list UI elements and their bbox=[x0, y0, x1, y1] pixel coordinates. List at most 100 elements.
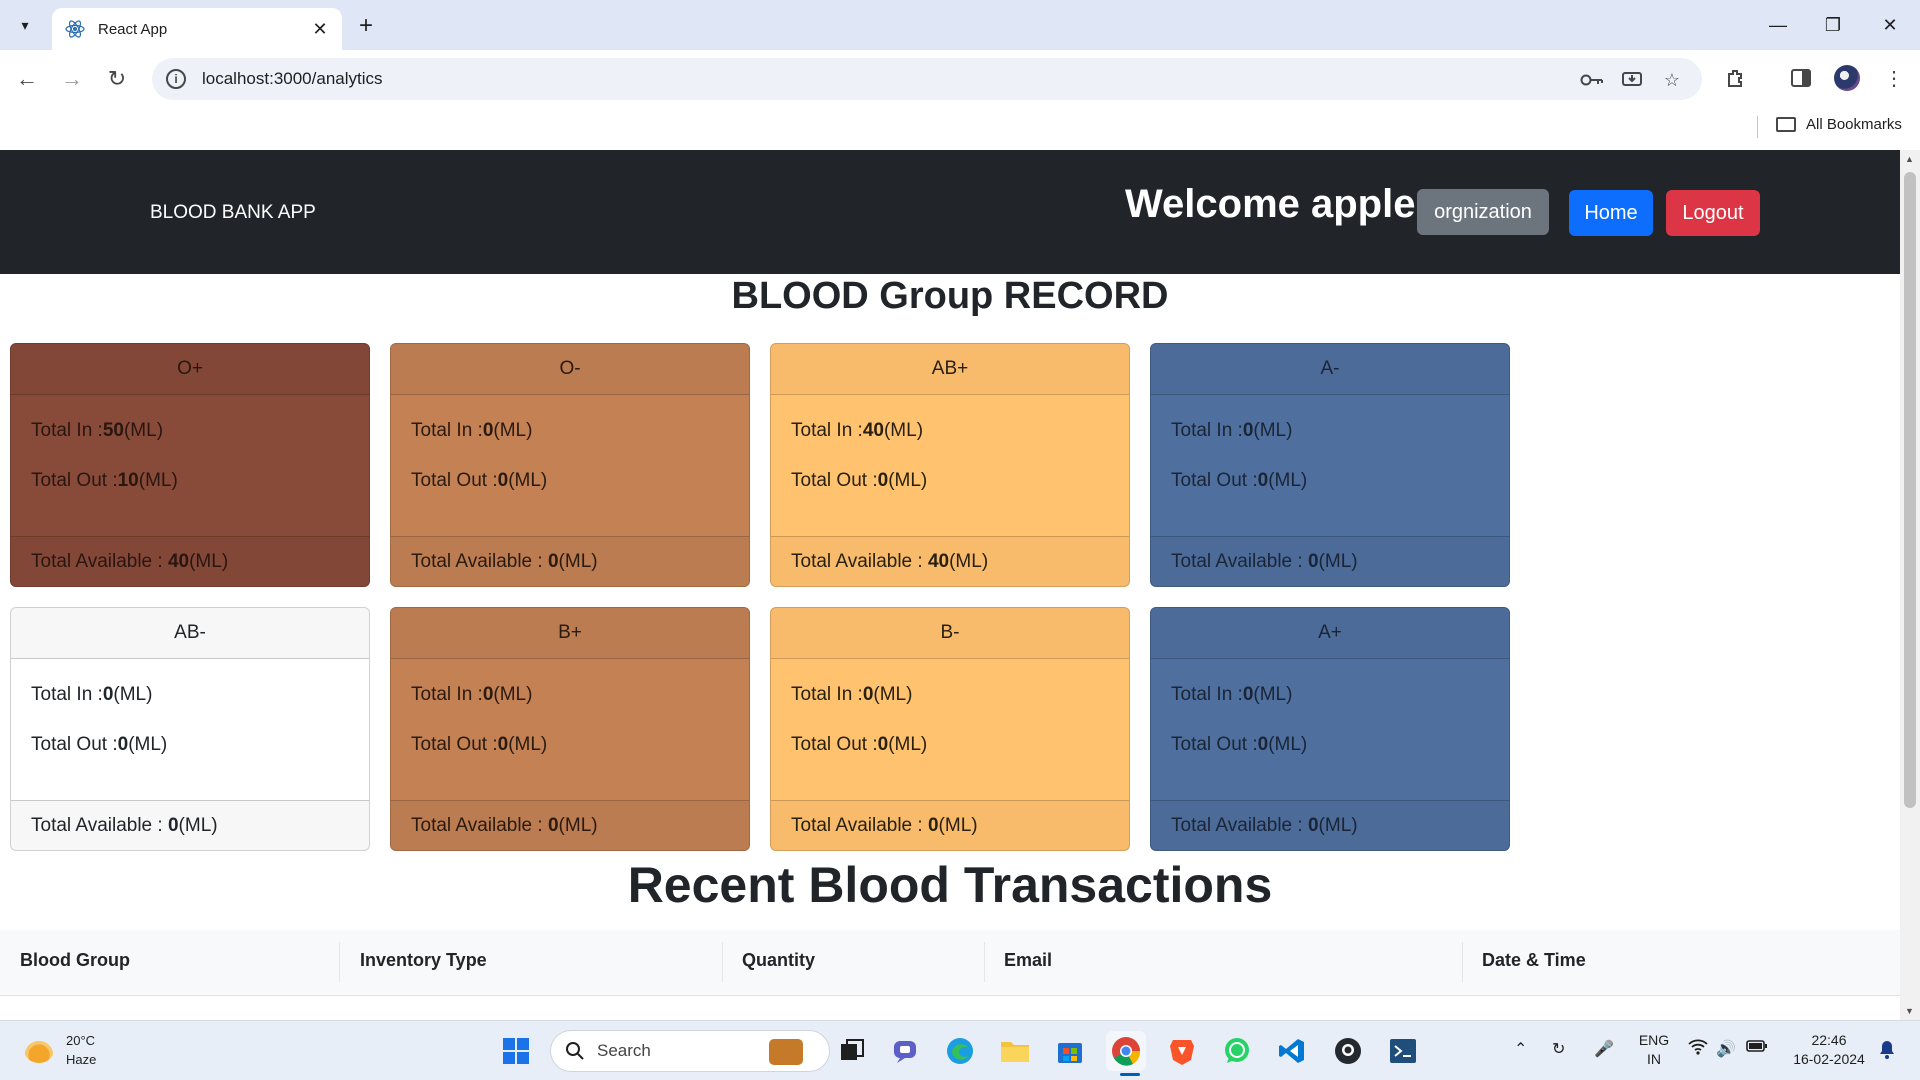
unit-label: (ML) bbox=[558, 551, 598, 572]
column-header-inventory-type[interactable]: Inventory Type bbox=[360, 950, 487, 971]
window-close-icon[interactable]: ✕ bbox=[1870, 10, 1910, 40]
password-key-icon[interactable] bbox=[1580, 68, 1604, 92]
total-available-label: Total Available : bbox=[1171, 551, 1308, 572]
unit-label: (ML) bbox=[1318, 815, 1358, 836]
volume-icon[interactable]: 🔊 bbox=[1716, 1039, 1736, 1059]
microphone-icon[interactable]: 🎤 bbox=[1594, 1039, 1614, 1059]
react-favicon-icon bbox=[64, 18, 86, 40]
restore-icon[interactable]: ❐ bbox=[1813, 10, 1853, 40]
language-indicator[interactable]: ENG IN bbox=[1634, 1031, 1674, 1069]
total-out-value: 0 bbox=[117, 734, 129, 755]
column-header-email[interactable]: Email bbox=[1004, 950, 1052, 971]
total-out-value: 0 bbox=[497, 470, 509, 491]
blood-group-card: B- Total In :0(ML) Total Out :0(ML) Total A… bbox=[770, 607, 1130, 851]
side-panel-icon[interactable] bbox=[1787, 64, 1815, 92]
column-header-blood-group[interactable]: Blood Group bbox=[20, 950, 130, 971]
total-in-value: 0 bbox=[102, 684, 114, 705]
total-in: Total In :50(ML) bbox=[31, 420, 349, 446]
taskbar-search-box[interactable]: Search bbox=[550, 1030, 830, 1072]
total-out-label: Total Out : bbox=[1171, 470, 1258, 491]
total-in-label: Total In : bbox=[411, 420, 483, 441]
chrome-icon[interactable] bbox=[1106, 1031, 1146, 1071]
total-in: Total In :0(ML) bbox=[1171, 420, 1489, 446]
blood-group-card: B+ Total In :0(ML) Total Out :0(ML) Total A… bbox=[390, 607, 750, 851]
edge-browser-icon[interactable] bbox=[940, 1031, 980, 1071]
total-out: Total Out :10(ML) bbox=[31, 470, 349, 496]
transactions-table-header: Blood Group Inventory Type Quantity Emai… bbox=[0, 930, 1900, 996]
scroll-up-arrow-icon[interactable]: ▲ bbox=[1905, 154, 1914, 164]
total-in: Total In :0(ML) bbox=[791, 684, 1109, 710]
tab-search-icon[interactable]: ▾ bbox=[10, 12, 40, 38]
install-app-icon[interactable] bbox=[1620, 68, 1644, 92]
teams-chat-icon[interactable] bbox=[886, 1031, 926, 1071]
vscode-icon[interactable] bbox=[1272, 1031, 1312, 1071]
unit-label: (ML) bbox=[493, 420, 533, 441]
column-header-quantity[interactable]: Quantity bbox=[742, 950, 815, 971]
unit-label: (ML) bbox=[189, 551, 229, 572]
weather-widget[interactable]: 20°C Haze bbox=[24, 1031, 96, 1069]
battery-icon[interactable] bbox=[1746, 1039, 1768, 1058]
address-bar[interactable]: i localhost:3000/analytics ☆ bbox=[152, 58, 1702, 100]
file-explorer-icon[interactable] bbox=[995, 1031, 1035, 1071]
brave-browser-icon[interactable] bbox=[1162, 1031, 1202, 1071]
sync-icon[interactable]: ↻ bbox=[1552, 1039, 1565, 1059]
task-view-icon[interactable] bbox=[832, 1031, 872, 1071]
page-scrollbar[interactable]: ▲ ▼ bbox=[1900, 150, 1920, 1020]
total-out-label: Total Out : bbox=[411, 734, 498, 755]
reload-icon[interactable]: ↻ bbox=[102, 64, 132, 94]
total-out-label: Total Out : bbox=[1171, 734, 1258, 755]
menu-kebab-icon[interactable]: ⋮ bbox=[1880, 64, 1908, 92]
total-available: Total Available : 0 (ML) bbox=[11, 800, 369, 850]
forward-icon[interactable]: → bbox=[57, 64, 87, 94]
whatsapp-icon[interactable] bbox=[1217, 1031, 1257, 1071]
scroll-thumb[interactable] bbox=[1904, 172, 1916, 808]
total-available-label: Total Available : bbox=[791, 551, 928, 572]
unit-label: (ML) bbox=[558, 815, 598, 836]
github-desktop-icon[interactable] bbox=[1328, 1031, 1368, 1071]
region-code: IN bbox=[1647, 1051, 1661, 1067]
home-button[interactable]: Home bbox=[1569, 190, 1653, 236]
total-available-label: Total Available : bbox=[791, 815, 928, 836]
clock-time: 22:46 bbox=[1811, 1032, 1847, 1048]
minimize-icon[interactable]: — bbox=[1758, 10, 1798, 40]
total-out: Total Out :0(ML) bbox=[1171, 470, 1489, 496]
column-header-date-time[interactable]: Date & Time bbox=[1482, 950, 1586, 971]
wifi-icon[interactable] bbox=[1688, 1039, 1708, 1060]
role-badge-button[interactable]: orgnization bbox=[1417, 189, 1549, 235]
logout-button[interactable]: Logout bbox=[1666, 190, 1760, 236]
show-hidden-icons-chevron-icon[interactable]: ⌃ bbox=[1514, 1039, 1527, 1059]
total-available: Total Available : 0 (ML) bbox=[391, 800, 749, 850]
app-brand[interactable]: BLOOD BANK APP bbox=[150, 202, 316, 224]
total-in-value: 0 bbox=[482, 420, 494, 441]
card-body: Total In :0(ML) Total Out :0(ML) bbox=[1151, 659, 1509, 800]
notification-bell-icon[interactable] bbox=[1878, 1039, 1896, 1064]
total-available-value: 0 bbox=[927, 815, 939, 836]
profile-avatar[interactable] bbox=[1834, 65, 1860, 91]
blood-group-name: A+ bbox=[1151, 608, 1509, 659]
total-available-label: Total Available : bbox=[31, 815, 168, 836]
scroll-down-arrow-icon[interactable]: ▼ bbox=[1905, 1006, 1914, 1016]
total-out-label: Total Out : bbox=[31, 734, 118, 755]
column-divider bbox=[1462, 942, 1463, 982]
site-info-icon[interactable]: i bbox=[166, 69, 186, 89]
card-body: Total In :0(ML) Total Out :0(ML) bbox=[1151, 395, 1509, 536]
total-in-label: Total In : bbox=[411, 684, 483, 705]
total-available: Total Available : 0 (ML) bbox=[1151, 800, 1509, 850]
folder-icon bbox=[1776, 117, 1796, 132]
bookmark-star-icon[interactable]: ☆ bbox=[1660, 68, 1684, 92]
blood-group-name: B- bbox=[771, 608, 1129, 659]
unit-label: (ML) bbox=[508, 734, 548, 755]
all-bookmarks-button[interactable]: All Bookmarks bbox=[1776, 116, 1902, 133]
url-text[interactable]: localhost:3000/analytics bbox=[202, 69, 383, 89]
blood-group-card: A- Total In :0(ML) Total Out :0(ML) Total A… bbox=[1150, 343, 1510, 587]
new-tab-icon[interactable]: + bbox=[352, 12, 380, 40]
windows-start-icon[interactable] bbox=[496, 1031, 536, 1071]
terminal-app-icon[interactable] bbox=[1383, 1031, 1423, 1071]
weather-condition: Haze bbox=[66, 1052, 97, 1067]
clock[interactable]: 22:46 16-02-2024 bbox=[1784, 1031, 1874, 1069]
extensions-icon[interactable] bbox=[1722, 64, 1750, 92]
back-icon[interactable]: ← bbox=[12, 64, 42, 94]
browser-tab[interactable]: React App ✕ bbox=[52, 8, 342, 50]
tab-close-icon[interactable]: ✕ bbox=[310, 19, 330, 40]
microsoft-store-icon[interactable] bbox=[1050, 1031, 1090, 1071]
